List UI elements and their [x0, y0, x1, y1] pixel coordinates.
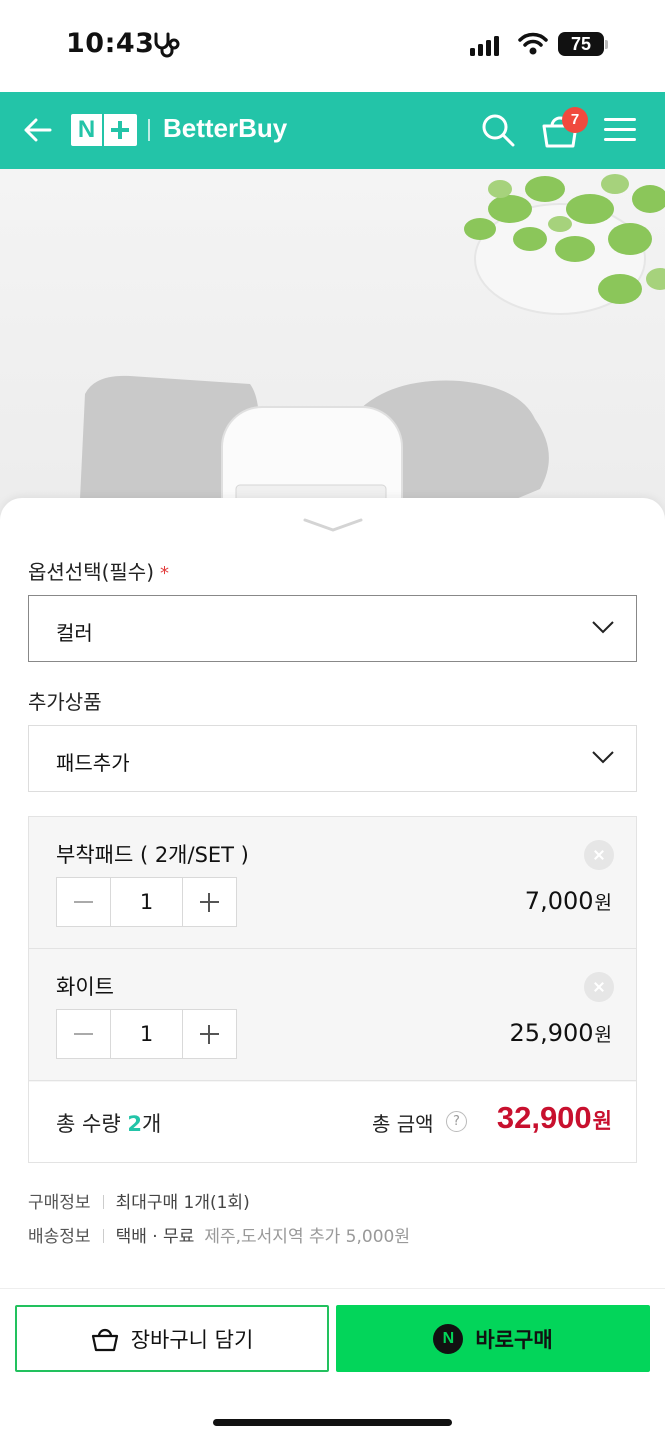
logo-n: N: [77, 116, 96, 143]
selected-item: 화이트 1 25,900원: [29, 949, 636, 1081]
remove-item-icon[interactable]: [584, 840, 614, 870]
color-select[interactable]: 컬러: [28, 595, 637, 662]
plus-icon: [102, 114, 135, 146]
wifi-icon: [518, 32, 548, 55]
total-row: 총 수량 2개 총 금액 ? 32,900원: [29, 1082, 636, 1162]
add-to-cart-button[interactable]: 장바구니 담기: [15, 1305, 329, 1372]
increase-button[interactable]: [183, 878, 236, 926]
total-amount-label: 총 금액: [372, 1112, 434, 1136]
home-indicator: [213, 1419, 452, 1426]
sheet-collapse-chevron-icon[interactable]: [303, 516, 363, 534]
chevron-down-icon: [592, 621, 614, 634]
item-name: 화이트: [56, 975, 114, 999]
addon-select[interactable]: 패드추가: [28, 725, 637, 792]
battery-nub: [605, 40, 608, 49]
shopping-bag-icon: [91, 1328, 118, 1351]
item-name: 부착패드 ( 2개/SET ): [56, 843, 249, 867]
item-price: 7,000원: [524, 887, 612, 915]
cellular-signal-icon: [470, 34, 499, 56]
quantity-value[interactable]: 1: [110, 1010, 183, 1058]
battery-indicator: 75: [558, 32, 604, 56]
back-arrow-icon[interactable]: [20, 112, 56, 148]
naver-plus-logo[interactable]: N: [71, 114, 137, 146]
bottom-action-bar: 장바구니 담기 N 바로구매: [0, 1288, 665, 1440]
brand-name[interactable]: BetterBuy: [163, 113, 287, 144]
selected-item: 부착패드 ( 2개/SET ) 1 7,000원: [29, 817, 636, 949]
chevron-down-icon: [592, 751, 614, 764]
help-icon[interactable]: ?: [446, 1111, 467, 1132]
required-star: *: [160, 563, 170, 584]
total-amount: 32,900원: [496, 1100, 612, 1135]
buy-now-button[interactable]: N 바로구매: [336, 1305, 650, 1372]
hamburger-menu-icon[interactable]: [604, 116, 638, 144]
naver-pay-icon: N: [433, 1323, 464, 1354]
add-to-cart-label: 장바구니 담기: [130, 1327, 254, 1352]
quantity-stepper: 1: [56, 877, 237, 927]
selected-items-box: 부착패드 ( 2개/SET ) 1 7,000원 화이트 1 25,900원 총…: [28, 816, 637, 1163]
status-time: 10:43: [66, 28, 155, 59]
quantity-stepper: 1: [56, 1009, 237, 1059]
cart-count-badge: 7: [562, 107, 588, 133]
shipping-info: 배송정보 택배 · 무료 제주,도서지역 추가 5,000원: [28, 1227, 410, 1247]
remove-item-icon[interactable]: [584, 972, 614, 1002]
color-select-value: 컬러: [56, 621, 93, 645]
increase-button[interactable]: [183, 1010, 236, 1058]
buy-now-label: 바로구매: [475, 1327, 553, 1352]
product-image: [0, 169, 665, 529]
required-option-label: 옵션선택(필수) *: [28, 560, 170, 584]
quantity-value[interactable]: 1: [110, 878, 183, 926]
item-price: 25,900원: [509, 1019, 612, 1047]
addon-select-value: 패드추가: [56, 751, 130, 775]
decrease-button[interactable]: [57, 878, 110, 926]
status-bar: 10:43 75: [0, 0, 665, 92]
purchase-info: 구매정보 최대구매 1개(1회): [28, 1193, 250, 1213]
total-quantity: 총 수량 2개: [56, 1112, 162, 1136]
logo-divider: [148, 119, 150, 141]
app-header: N BetterBuy: [0, 92, 665, 169]
search-icon[interactable]: [480, 112, 516, 148]
product-photo: [80, 174, 665, 529]
decrease-button[interactable]: [57, 1010, 110, 1058]
stethoscope-icon: [154, 32, 180, 58]
addon-label: 추가상품: [28, 690, 102, 714]
